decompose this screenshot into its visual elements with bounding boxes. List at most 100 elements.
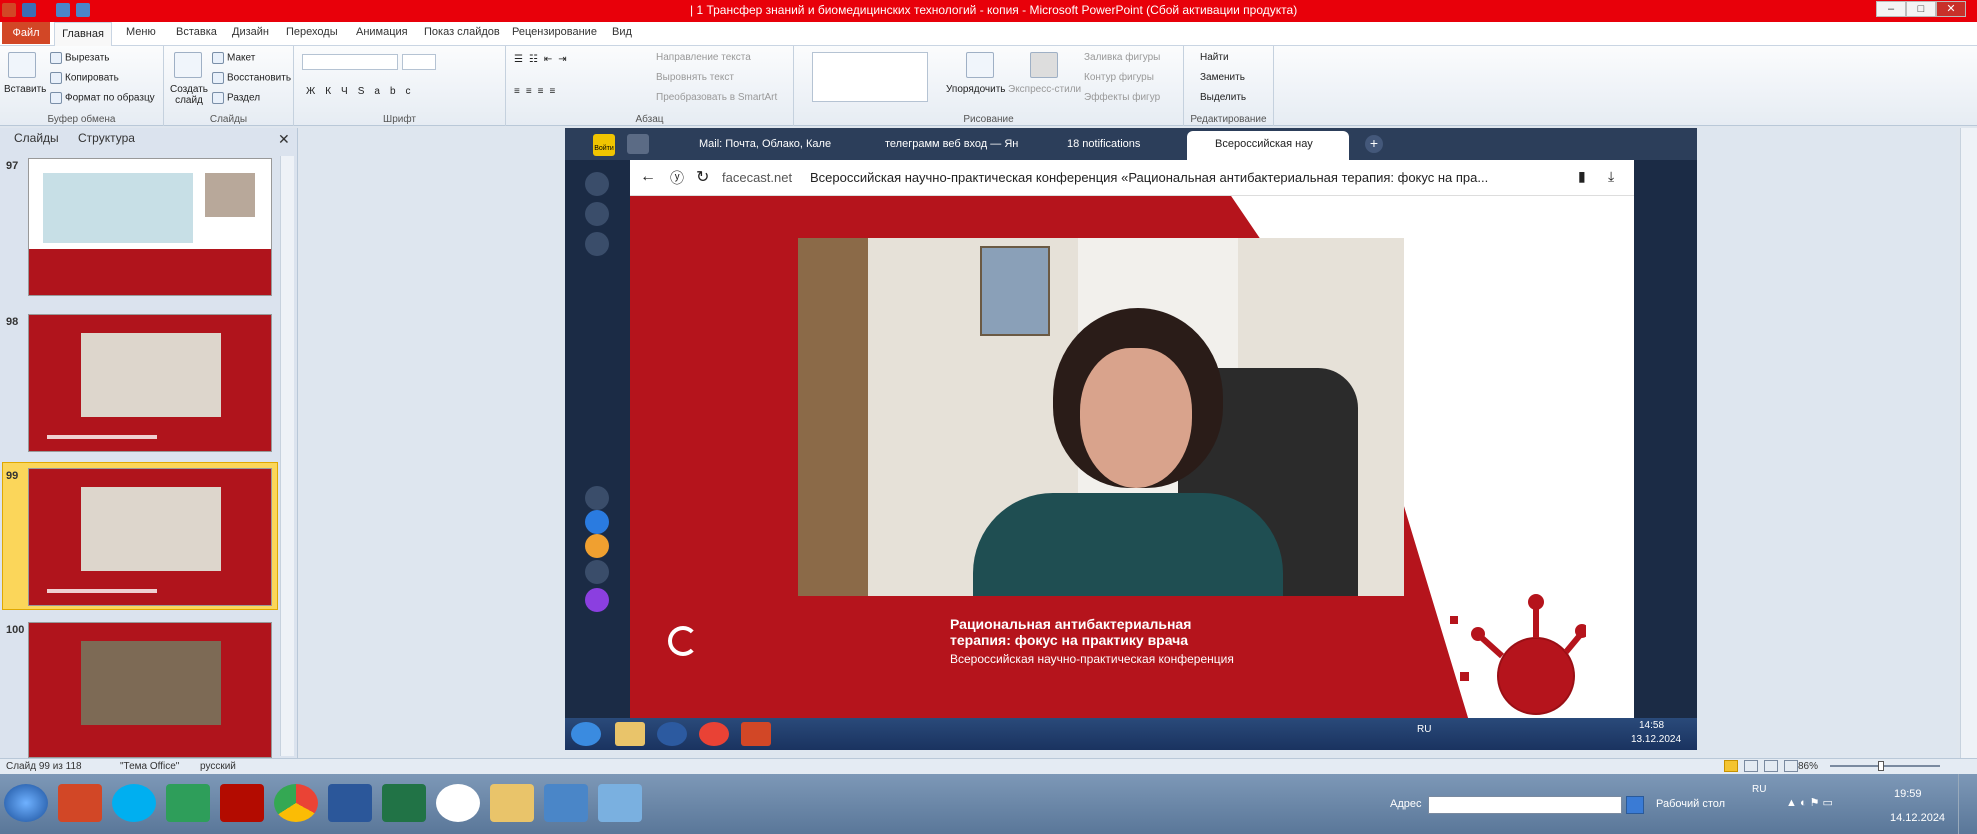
reload-icon[interactable]: ↻ xyxy=(696,167,709,187)
tab-insert[interactable]: Вставка xyxy=(176,26,217,38)
tab-home[interactable]: Главная xyxy=(54,22,112,46)
quick-styles-button[interactable]: Экспресс-стили xyxy=(1008,84,1081,95)
go-icon[interactable] xyxy=(1626,796,1644,814)
yandex-taskbar-icon[interactable] xyxy=(436,784,480,822)
tab-review[interactable]: Рецензирование xyxy=(512,26,597,38)
sound-icon[interactable] xyxy=(627,134,649,154)
clock-date[interactable]: 14.12.2024 xyxy=(1890,812,1945,824)
smartart-button[interactable]: Преобразовать в SmartArt xyxy=(656,92,777,103)
canvas-scrollbar[interactable] xyxy=(1960,128,1977,758)
app-icon[interactable] xyxy=(585,534,609,558)
tab-design[interactable]: Дизайн xyxy=(232,26,269,38)
quick-styles-icon[interactable] xyxy=(1030,52,1058,78)
slide-thumbnail-97[interactable] xyxy=(28,158,272,296)
new-tab-button[interactable]: + xyxy=(1365,135,1383,153)
replace-button[interactable]: Заменить xyxy=(1200,72,1245,83)
app-icon[interactable] xyxy=(585,486,609,510)
word-icon[interactable] xyxy=(328,784,372,822)
save-icon[interactable] xyxy=(22,3,36,17)
tray-icons[interactable]: ▲ ◐ ⚑ ▭ xyxy=(1786,796,1833,809)
slide-sorter-icon[interactable] xyxy=(1744,760,1758,772)
history-icon[interactable] xyxy=(585,172,609,196)
font-format-buttons[interactable]: ЖКЧSabc xyxy=(306,86,421,97)
url-page-title[interactable]: Всероссийская научно-практическая конфер… xyxy=(810,170,1488,185)
slide-thumbnail-99[interactable] xyxy=(28,468,272,606)
copy-button[interactable]: Копировать xyxy=(50,72,119,84)
zoom-slider[interactable] xyxy=(1830,765,1940,767)
maximize-button[interactable]: □ xyxy=(1906,1,1936,17)
back-icon[interactable]: ← xyxy=(640,168,656,186)
close-button[interactable]: ✕ xyxy=(1936,1,1966,17)
align-text-button[interactable]: Выровнять текст xyxy=(656,72,734,83)
new-slide-icon[interactable] xyxy=(174,52,202,78)
excel-icon[interactable] xyxy=(382,784,426,822)
format-painter-button[interactable]: Формат по образцу xyxy=(50,92,155,104)
counter-icon[interactable] xyxy=(585,202,609,226)
browser-tab-mail[interactable]: Mail: Почта, Облако, Кале xyxy=(699,138,831,150)
desktop-toolbar-label[interactable]: Рабочий стол xyxy=(1656,798,1725,810)
minimize-button[interactable]: – xyxy=(1876,1,1906,17)
paste-icon[interactable] xyxy=(8,52,36,78)
speaker-video[interactable] xyxy=(798,238,1404,596)
alice-icon[interactable] xyxy=(585,588,609,612)
show-desktop-button[interactable] xyxy=(1958,774,1977,834)
add-icon[interactable] xyxy=(585,560,609,584)
tab-view[interactable]: Вид xyxy=(612,26,632,38)
yandex-icon[interactable]: ⓨ xyxy=(670,168,684,188)
app-icon[interactable] xyxy=(585,510,609,534)
cut-button[interactable]: Вырезать xyxy=(50,52,109,64)
normal-view-icon[interactable] xyxy=(1724,760,1738,772)
undo-icon[interactable] xyxy=(56,3,70,17)
pane-scrollbar[interactable] xyxy=(280,156,294,756)
zoom-slider-handle[interactable] xyxy=(1878,761,1884,771)
skype-icon[interactable] xyxy=(112,784,156,822)
tab-outline[interactable]: Структура xyxy=(78,131,135,145)
font-size-select[interactable] xyxy=(402,54,436,70)
tab-file[interactable]: Файл xyxy=(2,22,50,44)
shape-fill-button[interactable]: Заливка фигуры xyxy=(1084,52,1160,63)
text-direction-button[interactable]: Направление текста xyxy=(656,52,751,63)
tab-slideshow[interactable]: Показ слайдов xyxy=(424,26,500,38)
align-buttons[interactable]: ≡≡≡≡ xyxy=(514,86,561,97)
find-button[interactable]: Найти xyxy=(1200,52,1229,63)
download-icon[interactable]: ⤓ xyxy=(1608,168,1614,185)
start-button[interactable] xyxy=(4,784,48,822)
tab-slides[interactable]: Слайды xyxy=(14,131,59,145)
tab-transitions[interactable]: Переходы xyxy=(286,26,338,38)
list-buttons[interactable]: ☰☷⇤⇥ xyxy=(514,54,573,65)
photo-viewer-icon[interactable] xyxy=(544,784,588,822)
arrange-icon[interactable] xyxy=(966,52,994,78)
clock-time[interactable]: 19:59 xyxy=(1894,788,1922,800)
reset-button[interactable]: Восстановить xyxy=(212,72,291,84)
slideshow-icon[interactable] xyxy=(1784,760,1798,772)
redo-icon[interactable] xyxy=(76,3,90,17)
browser-tab-notifications[interactable]: 18 notifications xyxy=(1067,138,1140,150)
current-slide[interactable]: Войти Mail: Почта, Облако, Кале телеграм… xyxy=(565,128,1697,750)
reading-view-icon[interactable] xyxy=(1764,760,1778,772)
screenshot-icon[interactable] xyxy=(585,232,609,256)
section-button[interactable]: Раздел xyxy=(212,92,260,104)
language-indicator[interactable]: RU xyxy=(1752,784,1766,795)
tab-animation[interactable]: Анимация xyxy=(356,26,408,38)
url-domain[interactable]: facecast.net xyxy=(722,170,792,185)
app-icon[interactable] xyxy=(166,784,210,822)
chrome-taskbar-icon[interactable] xyxy=(274,784,318,822)
paste-button[interactable]: Вставить xyxy=(4,84,46,95)
select-button[interactable]: Выделить xyxy=(1200,92,1246,103)
login-button[interactable]: Войти xyxy=(593,134,615,156)
arrange-button[interactable]: Упорядочить xyxy=(946,84,1006,95)
bookmark-icon[interactable]: ▮ xyxy=(1578,168,1586,185)
shapes-gallery[interactable] xyxy=(812,52,928,102)
acrobat-icon[interactable] xyxy=(220,784,264,822)
address-toolbar-input[interactable] xyxy=(1428,796,1622,814)
slide-thumbnail-98[interactable] xyxy=(28,314,272,452)
powerpoint-taskbar-icon[interactable] xyxy=(58,784,102,822)
close-pane-icon[interactable]: ✕ xyxy=(278,131,290,148)
layout-button[interactable]: Макет xyxy=(212,52,255,64)
font-name-select[interactable] xyxy=(302,54,398,70)
snipping-tool-icon[interactable] xyxy=(598,784,642,822)
tab-menu[interactable]: Меню xyxy=(126,26,156,38)
browser-tab-telegram[interactable]: телеграмм веб вход — Ян xyxy=(885,138,1018,150)
new-slide-button[interactable]: Создать слайд xyxy=(168,84,210,106)
browser-tab-active[interactable]: Всероссийская нау xyxy=(1187,131,1349,160)
